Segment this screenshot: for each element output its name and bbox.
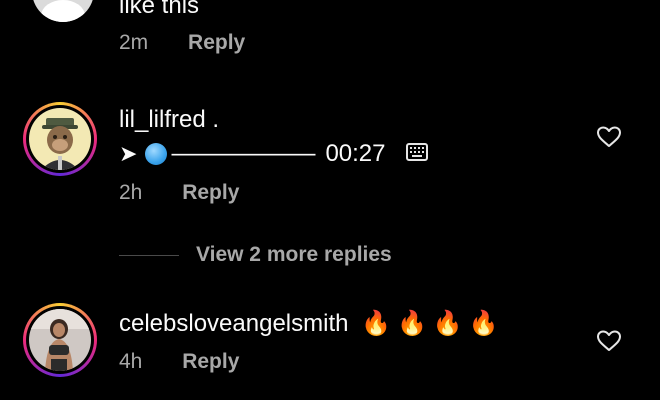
comment-meta: 4h Reply <box>119 350 239 374</box>
voice-duration: 00:27 <box>325 140 386 167</box>
fire-emoji: 🔥 <box>468 310 499 337</box>
comment-username-text: celebsloveangelsmith <box>119 310 349 337</box>
play-arrow-icon: ➤ <box>119 141 138 166</box>
fire-emoji: 🔥 <box>397 310 427 337</box>
voice-progress-dot <box>145 143 168 165</box>
avatar[interactable] <box>23 303 97 377</box>
avatar-image <box>29 108 91 170</box>
heart-outline-icon[interactable] <box>596 125 622 149</box>
avatar[interactable] <box>32 0 94 22</box>
reply-button[interactable]: Reply <box>182 181 239 204</box>
fire-emoji: 🔥 <box>432 310 463 337</box>
comment-meta: 2h Reply <box>119 181 239 205</box>
avatar[interactable] <box>23 102 97 176</box>
avatar-image <box>29 309 91 371</box>
view-more-label: View 2 more replies <box>196 243 392 266</box>
default-avatar-icon <box>41 0 85 22</box>
comment-time: 2h <box>119 181 143 204</box>
voice-message[interactable]: ➤ —————— 00:27 <box>119 140 428 168</box>
comment-time: 2m <box>119 31 149 54</box>
comment-text: like this <box>119 0 200 19</box>
divider-line <box>119 254 179 256</box>
reply-button[interactable]: Reply <box>182 350 239 373</box>
view-more-replies[interactable]: View 2 more replies <box>119 240 392 270</box>
fire-emoji: 🔥 <box>361 310 392 337</box>
comment-username[interactable]: lil_lilfred . <box>119 106 219 134</box>
voice-waveform: —————— <box>171 140 316 167</box>
comment-username[interactable]: celebsloveangelsmith 🔥 🔥 🔥 🔥 <box>119 309 499 338</box>
heart-outline-icon[interactable] <box>596 329 622 353</box>
comment-time: 4h <box>119 350 143 373</box>
comment-meta: 2m Reply <box>119 31 245 55</box>
reply-button[interactable]: Reply <box>188 31 245 54</box>
keyboard-icon <box>405 140 428 168</box>
